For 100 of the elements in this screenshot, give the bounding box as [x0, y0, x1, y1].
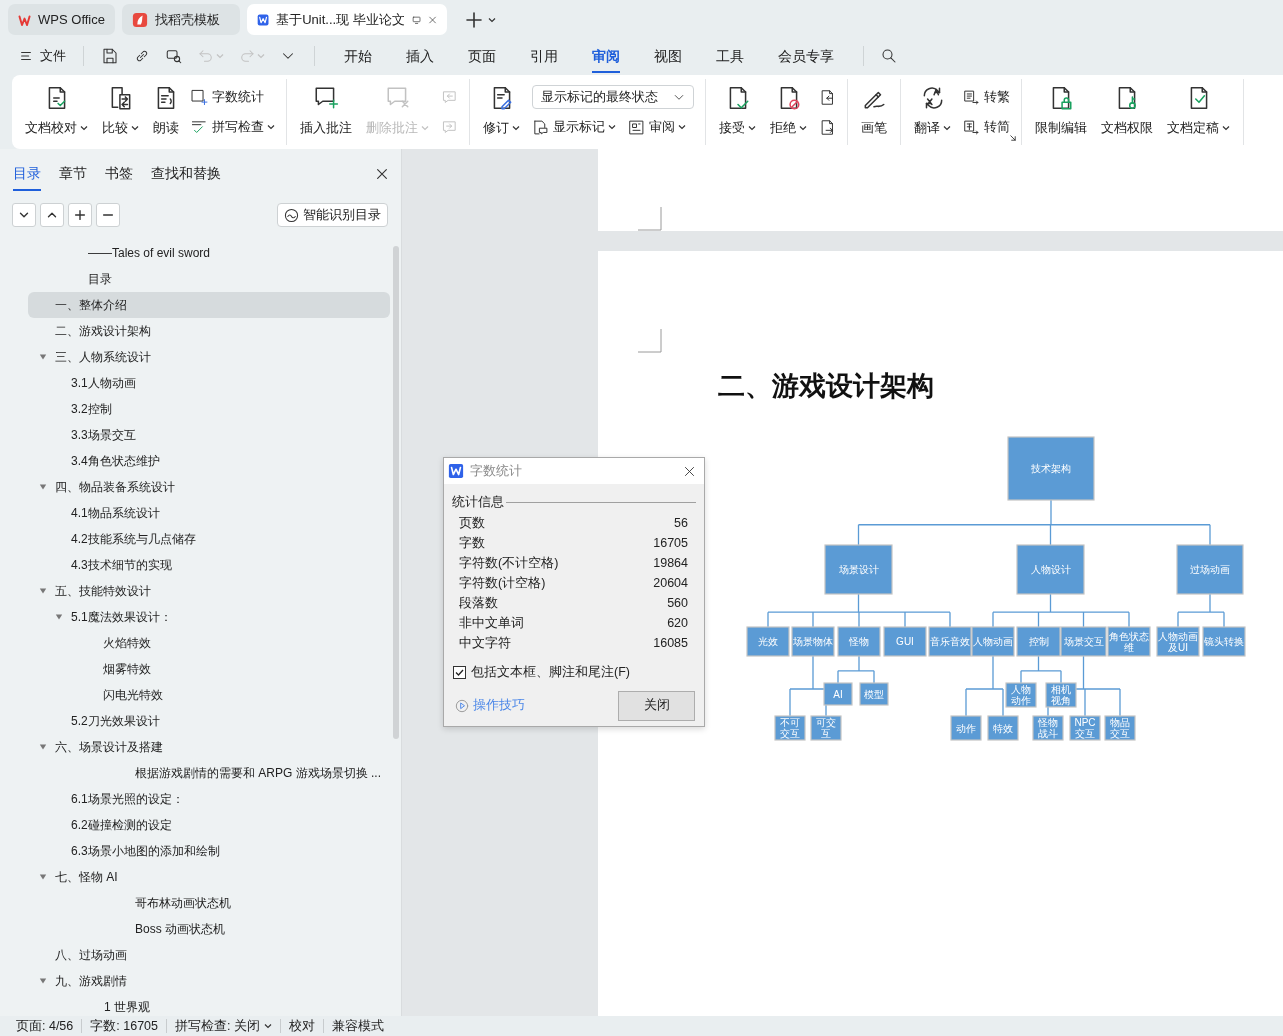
outline-item[interactable]: 哥布林动画状态机: [28, 890, 390, 916]
ribbon-tab[interactable]: 开始: [331, 39, 385, 73]
promote-button[interactable]: [68, 203, 92, 227]
outline-item[interactable]: 五、技能特效设计: [28, 578, 390, 604]
close-button[interactable]: 关闭: [618, 690, 695, 721]
ribbon-button[interactable]: 画笔: [855, 79, 893, 142]
collapse-button[interactable]: [40, 203, 64, 227]
ribbon-tab[interactable]: 插入: [393, 39, 447, 73]
outline-item[interactable]: 根据游戏剧情的需要和 ARPG 游戏场景切换 ...: [28, 760, 390, 786]
diagram-node: 人物动作: [1005, 682, 1037, 708]
expand-button[interactable]: [12, 203, 36, 227]
demote-button[interactable]: [96, 203, 120, 227]
outline-item[interactable]: 烟雾特效: [28, 656, 390, 682]
ribbon-button[interactable]: 翻译: [908, 79, 957, 142]
checkbox[interactable]: [453, 665, 466, 679]
ribbon-button[interactable]: 文档校对: [19, 79, 94, 142]
markup-mode-select[interactable]: 显示标记的最终状态: [532, 85, 694, 109]
outline-item[interactable]: 九、游戏剧情: [28, 968, 390, 994]
ribbon-button[interactable]: 文档定稿: [1161, 79, 1236, 142]
expand-arrow-icon[interactable]: [39, 977, 47, 985]
panel-tab[interactable]: 查找和替换: [142, 158, 230, 188]
redo-icon: [238, 47, 256, 65]
ribbon-tab[interactable]: 审阅: [579, 39, 633, 73]
outline-item[interactable]: 八、过场动画: [28, 942, 390, 968]
outline-item[interactable]: 3.4角色状态维护: [28, 448, 390, 474]
outline-item[interactable]: 6.3场景小地图的添加和绘制: [28, 838, 390, 864]
outline-item[interactable]: 3.1人物动画: [28, 370, 390, 396]
outline-item[interactable]: 二、游戏设计架构: [28, 318, 390, 344]
outline-item[interactable]: 3.2控制: [28, 396, 390, 422]
ribbon-tab[interactable]: 视图: [641, 39, 695, 73]
ribbon-button[interactable]: 朗读: [147, 79, 185, 142]
ribbon-button[interactable]: 文档权限: [1095, 79, 1159, 142]
status-item[interactable]: 页面: 4/56: [8, 1016, 82, 1036]
outline-item[interactable]: 4.2技能系统与几点储存: [28, 526, 390, 552]
smart-toc-button[interactable]: 智能识别目录: [277, 203, 388, 227]
outline-item[interactable]: 6.1场景光照的设定：: [28, 786, 390, 812]
panel-tab[interactable]: 书签: [96, 158, 142, 188]
outline-item[interactable]: 六、场景设计及搭建: [28, 734, 390, 760]
comment-next-icon: [441, 118, 458, 136]
file-menu-button[interactable]: 文件: [16, 44, 69, 68]
ribbon-button[interactable]: 转繁: [959, 83, 1014, 111]
outline-item[interactable]: 三、人物系统设计: [28, 344, 390, 370]
expand-arrow-icon[interactable]: [39, 743, 47, 751]
outline-item[interactable]: 一、整体介绍: [28, 292, 390, 318]
expand-arrow-icon[interactable]: [39, 483, 47, 491]
status-item[interactable]: 兼容模式: [323, 1016, 392, 1036]
outline-item[interactable]: 5.1魔法效果设计：: [28, 604, 390, 630]
status-item[interactable]: 校对: [280, 1016, 323, 1036]
ribbon-button[interactable]: 拒绝: [764, 79, 813, 142]
ribbon-button[interactable]: 接受: [713, 79, 762, 142]
expand-arrow-icon[interactable]: [39, 353, 47, 361]
stat-label: 段落数: [459, 595, 498, 613]
ribbon-tab[interactable]: 页面: [455, 39, 509, 73]
scrollbar-thumb[interactable]: [393, 246, 399, 739]
outline-item[interactable]: 闪电光特效: [28, 682, 390, 708]
outline-item[interactable]: 四、物品装备系统设计: [28, 474, 390, 500]
outline-item[interactable]: 1 世界观: [28, 994, 390, 1016]
ribbon-button[interactable]: 审阅: [624, 113, 690, 141]
tree-connector: [1177, 593, 1225, 629]
outline-item[interactable]: 5.2刀光效果设计: [28, 708, 390, 734]
expand-arrow-icon[interactable]: [39, 587, 47, 595]
ribbon-tab[interactable]: 工具: [703, 39, 757, 73]
panel-tab[interactable]: 目录: [4, 158, 50, 188]
outline-item[interactable]: 七、怪物 AI: [28, 864, 390, 890]
window-tab[interactable]: 基于Unit...现 毕业论文: [247, 4, 447, 35]
dialog-launcher-icon[interactable]: [1009, 134, 1017, 143]
stat-label: 字数: [459, 535, 485, 553]
expand-arrow-icon[interactable]: [55, 613, 63, 621]
close-icon[interactable]: [683, 464, 696, 478]
outline-item[interactable]: ——Tales of evil sword: [28, 240, 390, 266]
window-tab[interactable]: WPS Office: [8, 4, 115, 35]
outline-item[interactable]: 6.2碰撞检测的设定: [28, 812, 390, 838]
close-icon[interactable]: [375, 166, 389, 181]
ribbon-tab[interactable]: 引用: [517, 39, 571, 73]
outline-item[interactable]: 4.3技术细节的实现: [28, 552, 390, 578]
toc-icon: [284, 207, 299, 223]
outline-item[interactable]: 火焰特效: [28, 630, 390, 656]
window-tab[interactable]: 找稻壳模板: [122, 4, 240, 35]
ribbon-button[interactable]: 插入批注: [294, 79, 358, 142]
ribbon-button[interactable]: 转简: [959, 113, 1014, 141]
outline-item[interactable]: 3.3场景交互: [28, 422, 390, 448]
outline-item[interactable]: Boss 动画状态机: [28, 916, 390, 942]
status-item[interactable]: 字数: 16705: [82, 1016, 166, 1036]
search-icon[interactable]: [880, 47, 898, 65]
ribbon-tab[interactable]: 会员专享: [765, 39, 847, 73]
ribbon-button[interactable]: 修订: [477, 79, 526, 142]
expand-arrow-icon[interactable]: [39, 873, 47, 881]
status-item[interactable]: 拼写检查: 关闭: [167, 1016, 280, 1036]
ribbon-button[interactable]: 拼写检查: [187, 113, 279, 141]
margin-corner-icon: [638, 207, 662, 231]
panel-tab[interactable]: 章节: [50, 158, 96, 188]
outline-item[interactable]: 目录: [28, 266, 390, 292]
ribbon-button[interactable]: 字数统计: [187, 83, 279, 111]
new-tab-icon[interactable]: [466, 12, 482, 28]
app-icon: [448, 463, 464, 479]
outline-item[interactable]: 4.1物品系统设计: [28, 500, 390, 526]
ribbon-button[interactable]: 显示标记: [528, 113, 620, 141]
ribbon-button[interactable]: 限制编辑: [1029, 79, 1093, 142]
app-logo-icon: [132, 11, 148, 28]
ribbon-button[interactable]: 比较: [96, 79, 145, 142]
